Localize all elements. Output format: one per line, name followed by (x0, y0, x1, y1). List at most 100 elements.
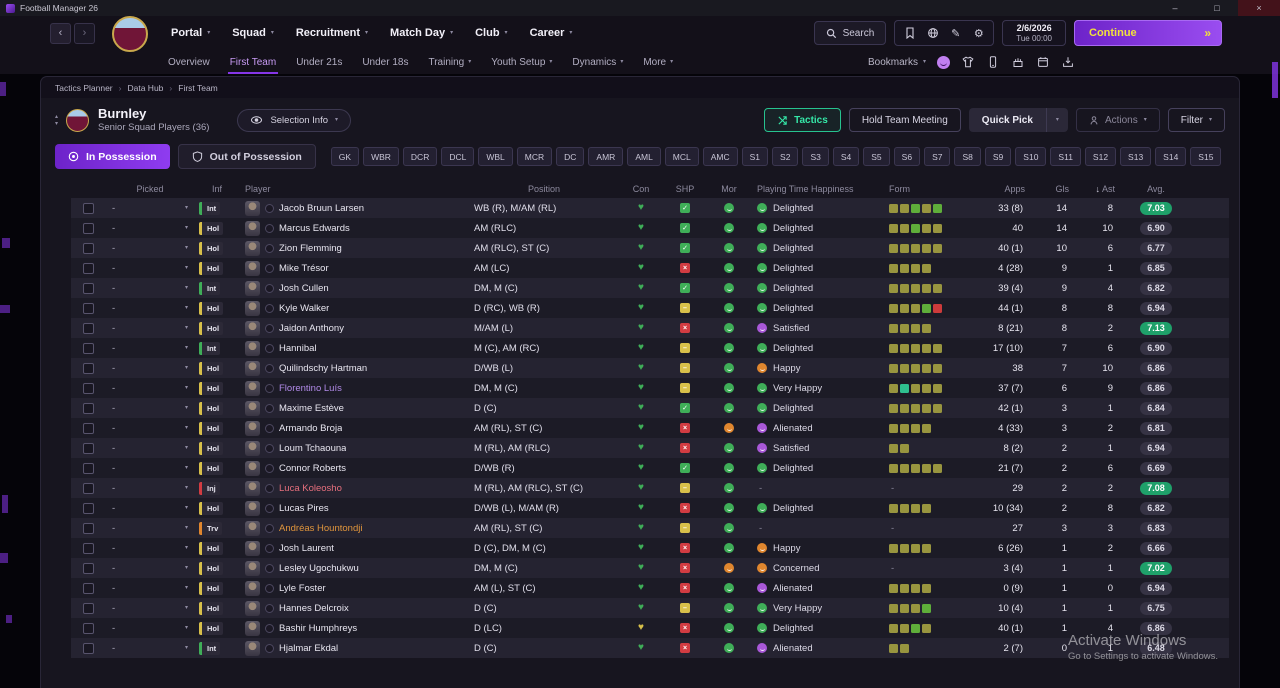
player-name[interactable]: Armando Broja (279, 423, 342, 434)
team-switch-chevrons[interactable]: ▴ ▾ (55, 114, 58, 127)
game-date[interactable]: 2/6/2026 Tue 00:00 (1002, 20, 1066, 46)
player-name[interactable]: Zion Flemming (279, 243, 342, 254)
player-name[interactable]: Lyle Foster (279, 583, 326, 594)
position-chip-s8[interactable]: S8 (954, 147, 981, 167)
cake-icon[interactable] (1011, 55, 1025, 69)
selection-info-dropdown[interactable]: Selection Info ▾ (237, 108, 352, 132)
club-name[interactable]: Burnley (98, 106, 209, 121)
col-player[interactable]: Player (239, 184, 469, 194)
player-cell[interactable]: Josh Laurent (239, 538, 469, 558)
row-checkbox[interactable] (82, 462, 94, 474)
player-row[interactable]: - ▾ Hol Lesley Ugochukwu DM, M (C) ♥ × Co… (71, 558, 1229, 579)
player-cell[interactable]: Florentino Luís (239, 378, 469, 398)
position-chip-s14[interactable]: S14 (1155, 147, 1187, 167)
subnav-item-more[interactable]: More ▾ (633, 50, 683, 74)
maximize-button[interactable]: □ (1196, 0, 1238, 16)
row-checkbox[interactable] (82, 202, 94, 214)
player-cell[interactable]: Lyle Foster (239, 578, 469, 598)
row-checkbox[interactable] (82, 422, 94, 434)
subnav-item-training[interactable]: Training ▾ (418, 50, 481, 74)
row-checkbox[interactable] (82, 402, 94, 414)
position-chip-s6[interactable]: S6 (893, 147, 921, 167)
player-cell[interactable]: Loum Tchaouna (239, 438, 469, 458)
forward-button[interactable]: › (74, 22, 95, 44)
row-checkbox[interactable] (82, 502, 94, 514)
player-name[interactable]: Quilindschy Hartman (279, 363, 367, 374)
player-cell[interactable]: Andréas Hountondji (239, 518, 469, 538)
player-name[interactable]: Hannibal (279, 343, 317, 354)
actions-button[interactable]: Actions ▾ (1075, 108, 1160, 133)
player-cell[interactable]: Zion Flemming (239, 238, 469, 258)
menu-career[interactable]: Career ▾ (519, 16, 584, 50)
position-chip-s3[interactable]: S3 (802, 147, 829, 167)
player-cell[interactable]: Jaidon Anthony (239, 318, 469, 338)
filter-button[interactable]: Filter ▾ (1167, 108, 1225, 133)
position-chip-s15[interactable]: S15 (1190, 147, 1222, 167)
player-name[interactable]: Loum Tchaouna (279, 443, 346, 454)
picked-dropdown[interactable]: - ▾ (105, 378, 195, 398)
row-checkbox[interactable] (82, 582, 94, 594)
player-row[interactable]: - ▾ Hol Lyle Foster AM (L), ST (C) ♥ × Al… (71, 578, 1229, 599)
subnav-item-youth-setup[interactable]: Youth Setup ▾ (481, 50, 562, 74)
globe-icon[interactable] (921, 23, 944, 43)
col-position[interactable]: Position (469, 184, 619, 194)
player-name[interactable]: Hjalmar Ekdal (279, 643, 338, 654)
row-checkbox[interactable] (82, 442, 94, 454)
picked-dropdown[interactable]: - ▾ (105, 318, 195, 338)
col-picked[interactable]: Picked (105, 184, 195, 194)
player-row[interactable]: - ▾ Trv Andréas Hountondji AM (RL), ST (C… (71, 518, 1229, 539)
player-name[interactable]: Josh Laurent (279, 543, 334, 554)
player-row[interactable]: - ▾ Int Jacob Bruun Larsen WB (R), M/AM (… (71, 198, 1229, 219)
row-checkbox[interactable] (82, 642, 94, 654)
phone-icon[interactable] (986, 55, 1000, 69)
position-chip-s12[interactable]: S12 (1084, 147, 1117, 167)
row-checkbox[interactable] (82, 362, 94, 374)
player-cell[interactable]: Quilindschy Hartman (239, 358, 469, 378)
player-cell[interactable]: Hjalmar Ekdal (239, 638, 469, 658)
continue-button[interactable]: Continue » (1074, 20, 1222, 46)
bookmarks-dropdown[interactable]: Bookmarks ▾ (868, 57, 926, 68)
player-row[interactable]: - ▾ Int Hjalmar Ekdal D (C) ♥ × Alienated… (71, 638, 1229, 659)
player-row[interactable]: - ▾ Hol Jaidon Anthony M/AM (L) ♥ × Satis… (71, 318, 1229, 339)
scrollbar-thumb[interactable] (1239, 200, 1240, 533)
player-cell[interactable]: Kyle Walker (239, 298, 469, 318)
position-chip-mcl[interactable]: MCL (664, 147, 699, 167)
player-row[interactable]: - ▾ Int Josh Cullen DM, M (C) ♥ ✓ Delight… (71, 278, 1229, 299)
row-checkbox[interactable] (82, 562, 94, 574)
col-inf[interactable]: Inf (195, 184, 239, 194)
breadcrumb-item[interactable]: First Team (178, 83, 218, 93)
player-row[interactable]: - ▾ Hol Lucas Pires D/WB (L), M/AM (R) ♥ … (71, 498, 1229, 519)
position-chip-s11[interactable]: S11 (1050, 147, 1081, 167)
picked-dropdown[interactable]: - ▾ (105, 218, 195, 238)
tactics-button[interactable]: Tactics (764, 108, 841, 133)
row-checkbox[interactable] (82, 222, 94, 234)
player-row[interactable]: - ▾ Int Hannibal M (C), AM (RC) ♥ – Delig… (71, 338, 1229, 359)
download-tray-icon[interactable] (1061, 55, 1075, 69)
chevron-down-icon[interactable]: ▾ (1045, 108, 1068, 133)
player-row[interactable]: - ▾ Hol Mike Trésor AM (LC) ♥ × Delighted… (71, 258, 1229, 279)
player-name[interactable]: Jacob Bruun Larsen (279, 203, 364, 214)
player-row[interactable]: - ▾ Hol Marcus Edwards AM (RLC) ♥ ✓ Delig… (71, 218, 1229, 239)
row-checkbox[interactable] (82, 482, 94, 494)
menu-club[interactable]: Club ▾ (464, 16, 518, 50)
col-shp[interactable]: SHP (663, 184, 707, 194)
player-row[interactable]: - ▾ Hol Florentino Luís DM, M (C) ♥ – Ver… (71, 378, 1229, 399)
picked-dropdown[interactable]: - ▾ (105, 338, 195, 358)
col-gls[interactable]: Gls (1035, 184, 1079, 194)
menu-portal[interactable]: Portal ▾ (160, 16, 221, 50)
position-chip-amr[interactable]: AMR (588, 147, 624, 167)
position-chip-dcr[interactable]: DCR (402, 147, 438, 167)
row-checkbox[interactable] (82, 622, 94, 634)
player-name[interactable]: Hannes Delcroix (279, 603, 349, 614)
player-cell[interactable]: Armando Broja (239, 418, 469, 438)
player-name[interactable]: Maxime Estève (279, 403, 344, 414)
row-checkbox[interactable] (82, 342, 94, 354)
player-cell[interactable]: Lucas Pires (239, 498, 469, 518)
player-name[interactable]: Josh Cullen (279, 283, 329, 294)
position-chip-s9[interactable]: S9 (984, 147, 1012, 167)
picked-dropdown[interactable]: - ▾ (105, 238, 195, 258)
row-checkbox[interactable] (82, 602, 94, 614)
position-chip-s4[interactable]: S4 (832, 147, 860, 167)
player-row[interactable]: - ▾ Hol Armando Broja AM (RL), ST (C) ♥ ×… (71, 418, 1229, 439)
row-checkbox[interactable] (82, 542, 94, 554)
